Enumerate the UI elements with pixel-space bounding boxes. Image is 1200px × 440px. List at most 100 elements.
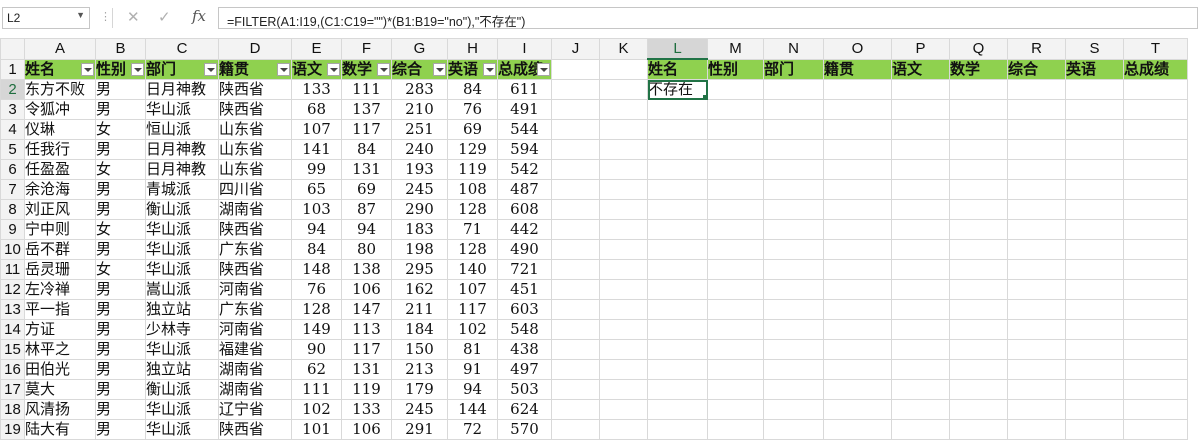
cell[interactable]: 男 — [95, 299, 146, 320]
row-header-12[interactable]: 12 — [0, 279, 25, 300]
cell[interactable]: 544 — [497, 119, 552, 140]
empty-cell[interactable] — [707, 399, 764, 420]
cell[interactable]: 113 — [341, 319, 392, 340]
cell[interactable]: 213 — [391, 359, 448, 380]
cell[interactable]: 99 — [291, 159, 342, 180]
empty-cell[interactable] — [1065, 199, 1124, 220]
cell[interactable]: 503 — [497, 379, 552, 400]
row-header-17[interactable]: 17 — [0, 379, 25, 400]
cell[interactable]: 290 — [391, 199, 448, 220]
cell[interactable]: 湖南省 — [218, 359, 292, 380]
row-header-11[interactable]: 11 — [0, 259, 25, 280]
empty-cell[interactable] — [1065, 259, 1124, 280]
empty-cell[interactable] — [763, 279, 824, 300]
cell[interactable]: 487 — [497, 179, 552, 200]
header-cell[interactable]: 总成绩 — [497, 58, 552, 80]
cell[interactable]: 128 — [291, 299, 342, 320]
empty-cell[interactable] — [1007, 159, 1066, 180]
cell[interactable]: 四川省 — [218, 179, 292, 200]
cell[interactable]: 华山派 — [145, 99, 219, 120]
filter-dropdown-icon[interactable] — [277, 62, 290, 76]
empty-cell[interactable] — [551, 179, 600, 200]
cell[interactable]: 男 — [95, 239, 146, 260]
empty-cell[interactable] — [1007, 139, 1066, 160]
empty-cell[interactable] — [707, 239, 764, 260]
cell[interactable]: 117 — [341, 119, 392, 140]
empty-cell[interactable] — [763, 359, 824, 380]
empty-cell[interactable] — [1007, 379, 1066, 400]
empty-cell[interactable] — [599, 79, 648, 100]
filter-dropdown-icon[interactable] — [433, 62, 446, 76]
cell[interactable]: 日月神教 — [145, 139, 219, 160]
cell[interactable]: 141 — [291, 139, 342, 160]
empty-cell[interactable] — [949, 259, 1008, 280]
empty-cell[interactable] — [823, 299, 892, 320]
empty-cell[interactable] — [763, 119, 824, 140]
cell[interactable]: 女 — [95, 119, 146, 140]
empty-cell[interactable] — [647, 299, 708, 320]
cell[interactable]: 245 — [391, 179, 448, 200]
column-header-b[interactable]: B — [95, 38, 146, 60]
cell[interactable]: 106 — [341, 279, 392, 300]
empty-cell[interactable] — [763, 219, 824, 240]
cell[interactable]: 117 — [447, 299, 498, 320]
cell[interactable]: 624 — [497, 399, 552, 420]
cell[interactable]: 山东省 — [218, 119, 292, 140]
cell[interactable]: 140 — [447, 259, 498, 280]
empty-cell[interactable] — [707, 279, 764, 300]
empty-cell[interactable] — [599, 219, 648, 240]
empty-cell[interactable] — [1123, 159, 1188, 180]
empty-cell[interactable] — [763, 79, 824, 100]
empty-cell[interactable] — [823, 219, 892, 240]
empty-cell[interactable] — [599, 199, 648, 220]
empty-cell[interactable] — [707, 299, 764, 320]
row-header-6[interactable]: 6 — [0, 159, 25, 180]
empty-cell[interactable] — [551, 99, 600, 120]
empty-cell[interactable] — [891, 139, 950, 160]
cell[interactable]: 138 — [341, 259, 392, 280]
row-header-3[interactable]: 3 — [0, 99, 25, 120]
cell[interactable]: 119 — [447, 159, 498, 180]
empty-cell[interactable] — [647, 179, 708, 200]
empty-cell[interactable] — [551, 119, 600, 140]
empty-cell[interactable] — [949, 159, 1008, 180]
cell[interactable]: 283 — [391, 79, 448, 100]
empty-cell[interactable] — [891, 219, 950, 240]
cell[interactable]: 542 — [497, 159, 552, 180]
name-box[interactable]: L2 ▼ — [2, 7, 90, 29]
empty-cell[interactable] — [823, 339, 892, 360]
column-header-p[interactable]: P — [891, 38, 950, 60]
cell[interactable]: 任盈盈 — [24, 159, 96, 180]
empty-cell[interactable] — [1123, 399, 1188, 420]
close-icon[interactable]: ✕ — [127, 8, 140, 26]
cell[interactable]: 62 — [291, 359, 342, 380]
cell[interactable]: 湖南省 — [218, 379, 292, 400]
column-header-e[interactable]: E — [291, 38, 342, 60]
empty-cell[interactable] — [823, 119, 892, 140]
empty-cell[interactable] — [647, 259, 708, 280]
cell[interactable]: 华山派 — [145, 259, 219, 280]
empty-cell[interactable] — [949, 359, 1008, 380]
cell[interactable]: 442 — [497, 219, 552, 240]
empty-cell[interactable] — [551, 79, 600, 100]
empty-cell[interactable] — [551, 239, 600, 260]
empty-cell[interactable] — [647, 359, 708, 380]
empty-cell[interactable] — [891, 119, 950, 140]
empty-cell[interactable] — [599, 319, 648, 340]
empty-cell[interactable] — [1065, 399, 1124, 420]
header-cell[interactable]: 姓名 — [24, 58, 96, 80]
column-header-o[interactable]: O — [823, 38, 892, 60]
cell[interactable]: 102 — [447, 319, 498, 340]
empty-cell[interactable] — [1123, 99, 1188, 120]
empty-cell[interactable] — [599, 58, 648, 80]
column-header-h[interactable]: H — [447, 38, 498, 60]
cell[interactable]: 方证 — [24, 319, 96, 340]
row-header-4[interactable]: 4 — [0, 119, 25, 140]
cell[interactable]: 辽宁省 — [218, 399, 292, 420]
empty-cell[interactable] — [1123, 119, 1188, 140]
cell[interactable]: 108 — [447, 179, 498, 200]
empty-cell[interactable] — [949, 139, 1008, 160]
empty-cell[interactable] — [1123, 79, 1188, 100]
chevron-down-icon[interactable]: ▼ — [76, 10, 85, 20]
cell[interactable]: 男 — [95, 399, 146, 420]
